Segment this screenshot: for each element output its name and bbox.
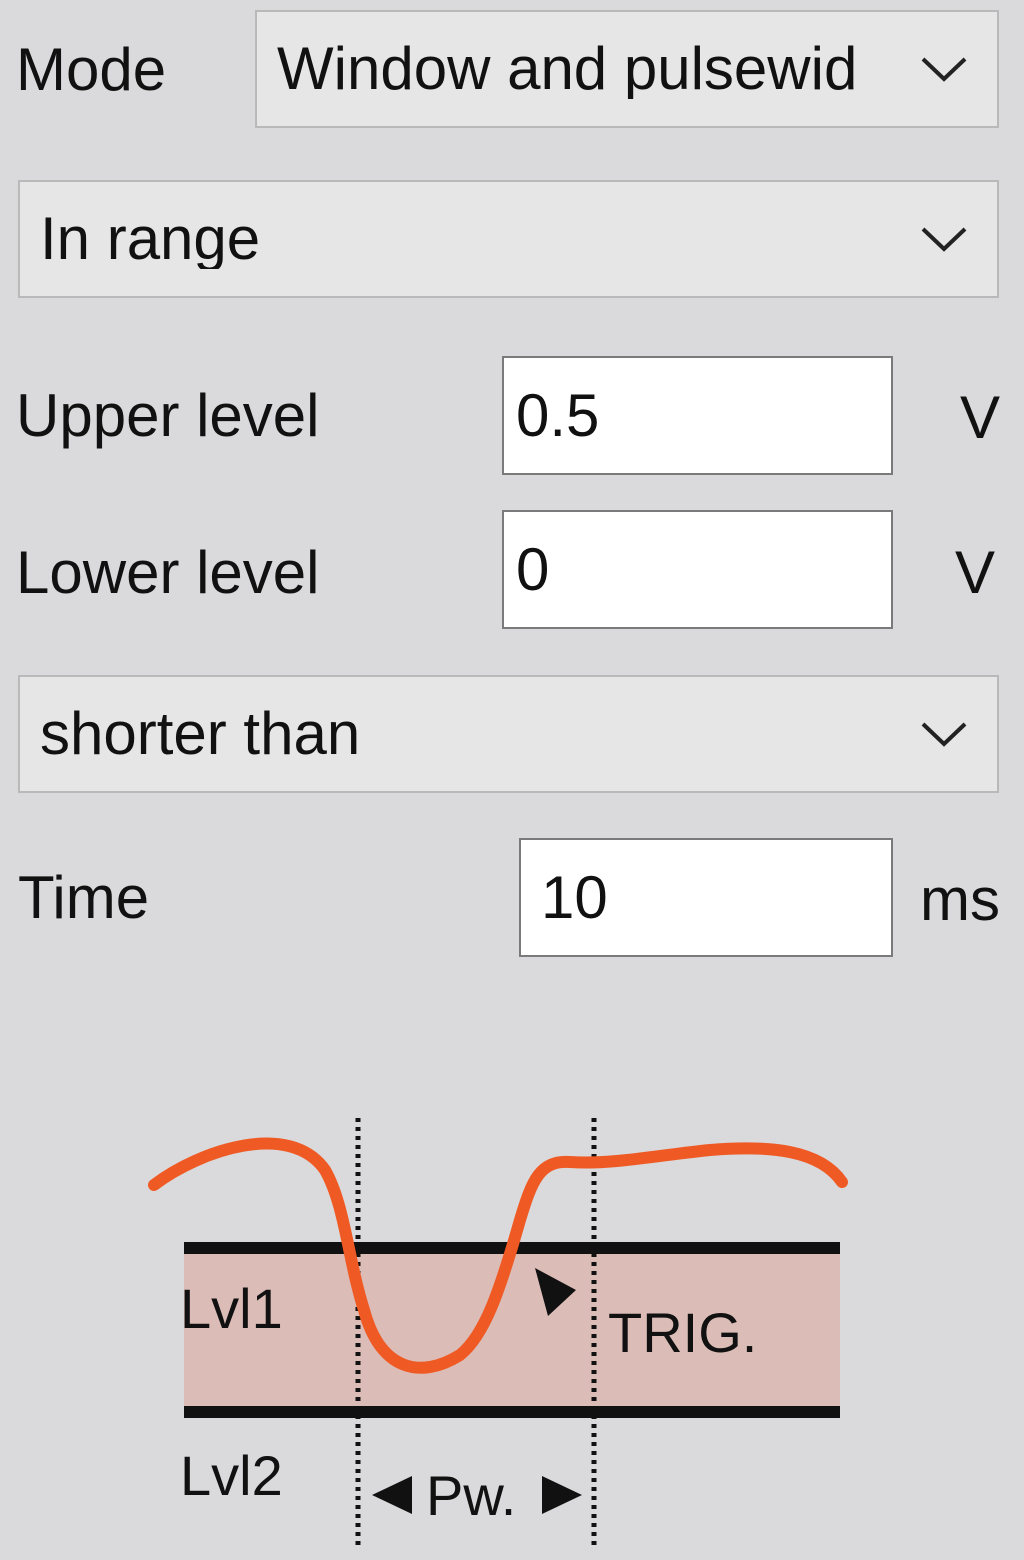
lower-level-input[interactable]: 0	[502, 510, 893, 629]
lower-level-value: 0	[516, 535, 550, 603]
pulsewidth-label: Pw.	[426, 1464, 516, 1527]
range-dropdown-value: In range	[40, 209, 261, 269]
chevron-down-icon	[921, 57, 967, 82]
lower-level-label: Lower level	[16, 539, 320, 606]
triangle-left-icon	[372, 1476, 412, 1514]
trigger-label: TRIG.	[608, 1301, 757, 1364]
upper-level-value: 0.5	[516, 381, 600, 449]
upper-level-label: Upper level	[16, 382, 320, 449]
time-unit: ms	[920, 866, 1000, 933]
range-dropdown[interactable]: In range	[18, 180, 999, 298]
level2-label: Lvl2	[180, 1444, 283, 1507]
triangle-right-icon	[542, 1476, 582, 1514]
duration-dropdown[interactable]: shorter than	[18, 675, 999, 793]
mode-label: Mode	[16, 36, 167, 103]
chevron-down-icon	[921, 722, 967, 747]
mode-dropdown-value: Window and pulsewid	[277, 39, 858, 99]
mode-dropdown[interactable]: Window and pulsewid	[255, 10, 999, 128]
duration-dropdown-value: shorter than	[40, 704, 361, 764]
window-pulsewidth-diagram: Lvl1 Lvl2 TRIG. Pw.	[148, 1118, 848, 1548]
level1-label: Lvl1	[180, 1277, 283, 1340]
upper-level-unit: V	[960, 384, 1001, 451]
lower-level-unit: V	[955, 539, 996, 606]
time-value: 10	[541, 863, 608, 931]
time-input[interactable]: 10	[519, 838, 893, 957]
chevron-down-icon	[921, 227, 967, 252]
upper-level-input[interactable]: 0.5	[502, 356, 893, 475]
time-label: Time	[18, 864, 150, 931]
